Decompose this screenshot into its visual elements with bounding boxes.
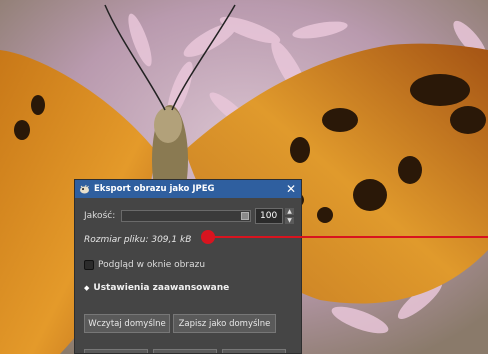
quality-spin-input[interactable]: 100 [255, 208, 283, 224]
advanced-settings-label: Ustawienia zaawansowane [93, 283, 230, 293]
close-icon[interactable]: ✕ [285, 183, 297, 195]
gimp-wilber-icon [80, 184, 89, 194]
dialog-titlebar[interactable]: Eksport obrazu jako JPEG ✕ [75, 180, 301, 198]
preview-checkbox-label: Podgląd w oknie obrazu [98, 260, 206, 270]
quality-slider[interactable] [121, 210, 251, 222]
bottom-button-3[interactable] [222, 349, 286, 353]
expander-icon: ◆ [84, 284, 90, 292]
save-defaults-button[interactable]: Zapisz jako domyślne [173, 314, 276, 333]
quality-spin-buttons: ▲ ▼ [285, 208, 294, 224]
callout-dot [201, 230, 215, 244]
bottom-button-2[interactable] [153, 349, 217, 353]
callout-line [206, 236, 488, 238]
preview-checkbox-row[interactable]: Podgląd w oknie obrazu [84, 260, 205, 270]
quality-label: Jakość: [84, 211, 116, 221]
load-defaults-button[interactable]: Wczytaj domyślne [84, 314, 170, 333]
dialog-title: Eksport obrazu jako JPEG [94, 184, 215, 194]
quality-slider-fill [122, 211, 250, 221]
spin-down-icon[interactable]: ▼ [285, 217, 294, 224]
export-jpeg-dialog: Eksport obrazu jako JPEG ✕ Jakość: 100 ▲… [74, 179, 302, 354]
quality-slider-handle[interactable] [241, 212, 249, 220]
spin-up-icon[interactable]: ▲ [285, 208, 294, 215]
file-size-label: Rozmiar pliku: 309,1 kB [84, 235, 192, 245]
advanced-settings-expander[interactable]: ◆ Ustawienia zaawansowane [84, 283, 229, 293]
bottom-button-1[interactable] [84, 349, 148, 353]
preview-checkbox[interactable] [84, 260, 94, 270]
quality-row: Jakość: 100 ▲ ▼ [84, 208, 294, 224]
